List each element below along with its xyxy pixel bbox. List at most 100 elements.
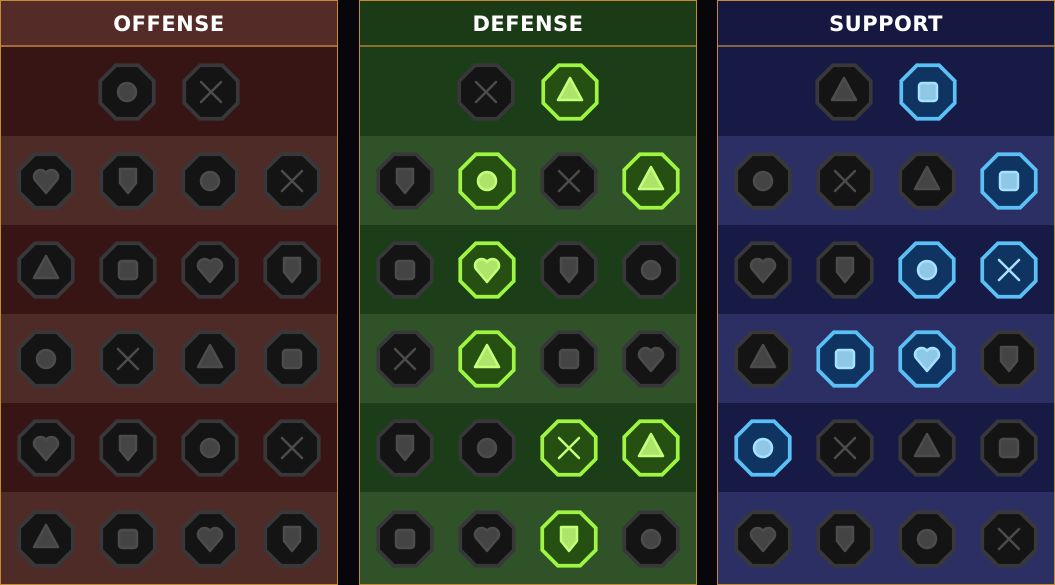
talent-node[interactable] <box>455 416 519 480</box>
talent-node[interactable] <box>455 238 519 302</box>
talent-node[interactable] <box>455 507 519 571</box>
talent-node[interactable] <box>537 238 601 302</box>
slashing-blades-icon <box>99 151 157 210</box>
talent-node[interactable] <box>813 507 877 571</box>
fist-blade-icon <box>99 329 157 388</box>
talent-node[interactable] <box>454 60 518 124</box>
talent-row <box>360 492 696 584</box>
talent-node[interactable] <box>455 327 519 391</box>
talent-node[interactable] <box>537 149 601 213</box>
talent-node[interactable] <box>731 238 795 302</box>
offense-header: OFFENSE <box>1 1 337 47</box>
talent-node[interactable] <box>260 149 324 213</box>
talent-node[interactable] <box>619 507 683 571</box>
triple-spikes-icon <box>458 418 516 477</box>
talent-node[interactable] <box>96 507 160 571</box>
talent-row <box>1 403 337 492</box>
talent-node[interactable] <box>537 327 601 391</box>
eagle-head-icon <box>980 509 1038 568</box>
talent-node[interactable] <box>14 416 78 480</box>
talent-node[interactable] <box>896 60 960 124</box>
talent-node[interactable] <box>373 416 437 480</box>
bull-head-icon <box>622 329 680 388</box>
talent-node[interactable] <box>260 327 324 391</box>
talent-node[interactable] <box>895 238 959 302</box>
talent-node[interactable] <box>977 327 1041 391</box>
talent-node[interactable] <box>731 507 795 571</box>
defense-column: DEFENSE <box>359 0 697 585</box>
sparkle-sword-icon <box>17 509 75 568</box>
spell-caster-icon <box>734 240 792 299</box>
crossed-axes-icon <box>181 329 239 388</box>
talent-node[interactable] <box>178 149 242 213</box>
talent-node[interactable] <box>731 149 795 213</box>
talent-node[interactable] <box>14 507 78 571</box>
dagger-drop-icon <box>17 329 75 388</box>
talent-node[interactable] <box>977 238 1041 302</box>
glaring-face-icon <box>980 329 1038 388</box>
flaming-helm-icon <box>99 509 157 568</box>
talent-node[interactable] <box>977 149 1041 213</box>
talent-node[interactable] <box>895 507 959 571</box>
open-book-icon <box>898 329 956 388</box>
skull-slash-icon <box>181 240 239 299</box>
talent-node[interactable] <box>96 149 160 213</box>
talent-node[interactable] <box>96 238 160 302</box>
talent-node[interactable] <box>619 416 683 480</box>
support-rows <box>718 47 1054 584</box>
talent-node[interactable] <box>537 416 601 480</box>
talent-node[interactable] <box>260 416 324 480</box>
toxic-skull-icon <box>540 509 598 568</box>
talent-node[interactable] <box>813 327 877 391</box>
spiked-shield-icon <box>17 418 75 477</box>
talent-node[interactable] <box>813 416 877 480</box>
talent-node[interactable] <box>373 327 437 391</box>
talent-node[interactable] <box>731 327 795 391</box>
talent-node[interactable] <box>260 238 324 302</box>
talent-node[interactable] <box>178 507 242 571</box>
talent-node[interactable] <box>14 327 78 391</box>
talent-node[interactable] <box>895 149 959 213</box>
talent-row <box>1 492 337 584</box>
talent-node[interactable] <box>96 327 160 391</box>
talent-node[interactable] <box>537 507 601 571</box>
talent-node[interactable] <box>538 60 602 124</box>
talent-node[interactable] <box>977 507 1041 571</box>
speed-runner-icon <box>376 418 434 477</box>
charged-brute-icon <box>263 418 321 477</box>
double-skull-icon <box>99 418 157 477</box>
talent-node[interactable] <box>813 238 877 302</box>
talent-node[interactable] <box>373 507 437 571</box>
talent-node[interactable] <box>812 60 876 124</box>
shattered-bolt-icon <box>898 240 956 299</box>
arc-shield-icon <box>816 151 874 210</box>
poison-flask-icon <box>734 509 792 568</box>
talent-node[interactable] <box>977 416 1041 480</box>
talent-node[interactable] <box>373 149 437 213</box>
talent-node[interactable] <box>731 416 795 480</box>
claw-slash-icon <box>182 62 240 121</box>
talent-node[interactable] <box>95 60 159 124</box>
talent-node[interactable] <box>895 416 959 480</box>
talent-node[interactable] <box>619 327 683 391</box>
talent-node[interactable] <box>14 238 78 302</box>
radiant-skull-icon <box>540 418 598 477</box>
talent-node[interactable] <box>619 149 683 213</box>
chained-heart-icon <box>734 329 792 388</box>
talent-node[interactable] <box>178 416 242 480</box>
talent-node[interactable] <box>178 327 242 391</box>
talent-node[interactable] <box>455 149 519 213</box>
talent-row <box>1 136 337 225</box>
talent-node[interactable] <box>178 238 242 302</box>
talent-node[interactable] <box>96 416 160 480</box>
horned-warlord-icon <box>181 509 239 568</box>
horned-demon-icon <box>17 151 75 210</box>
talent-node[interactable] <box>895 327 959 391</box>
talent-node[interactable] <box>813 149 877 213</box>
talent-node[interactable] <box>373 238 437 302</box>
talent-node[interactable] <box>619 238 683 302</box>
talent-node[interactable] <box>179 60 243 124</box>
talent-node[interactable] <box>260 507 324 571</box>
talent-node[interactable] <box>14 149 78 213</box>
talent-row <box>718 225 1054 314</box>
